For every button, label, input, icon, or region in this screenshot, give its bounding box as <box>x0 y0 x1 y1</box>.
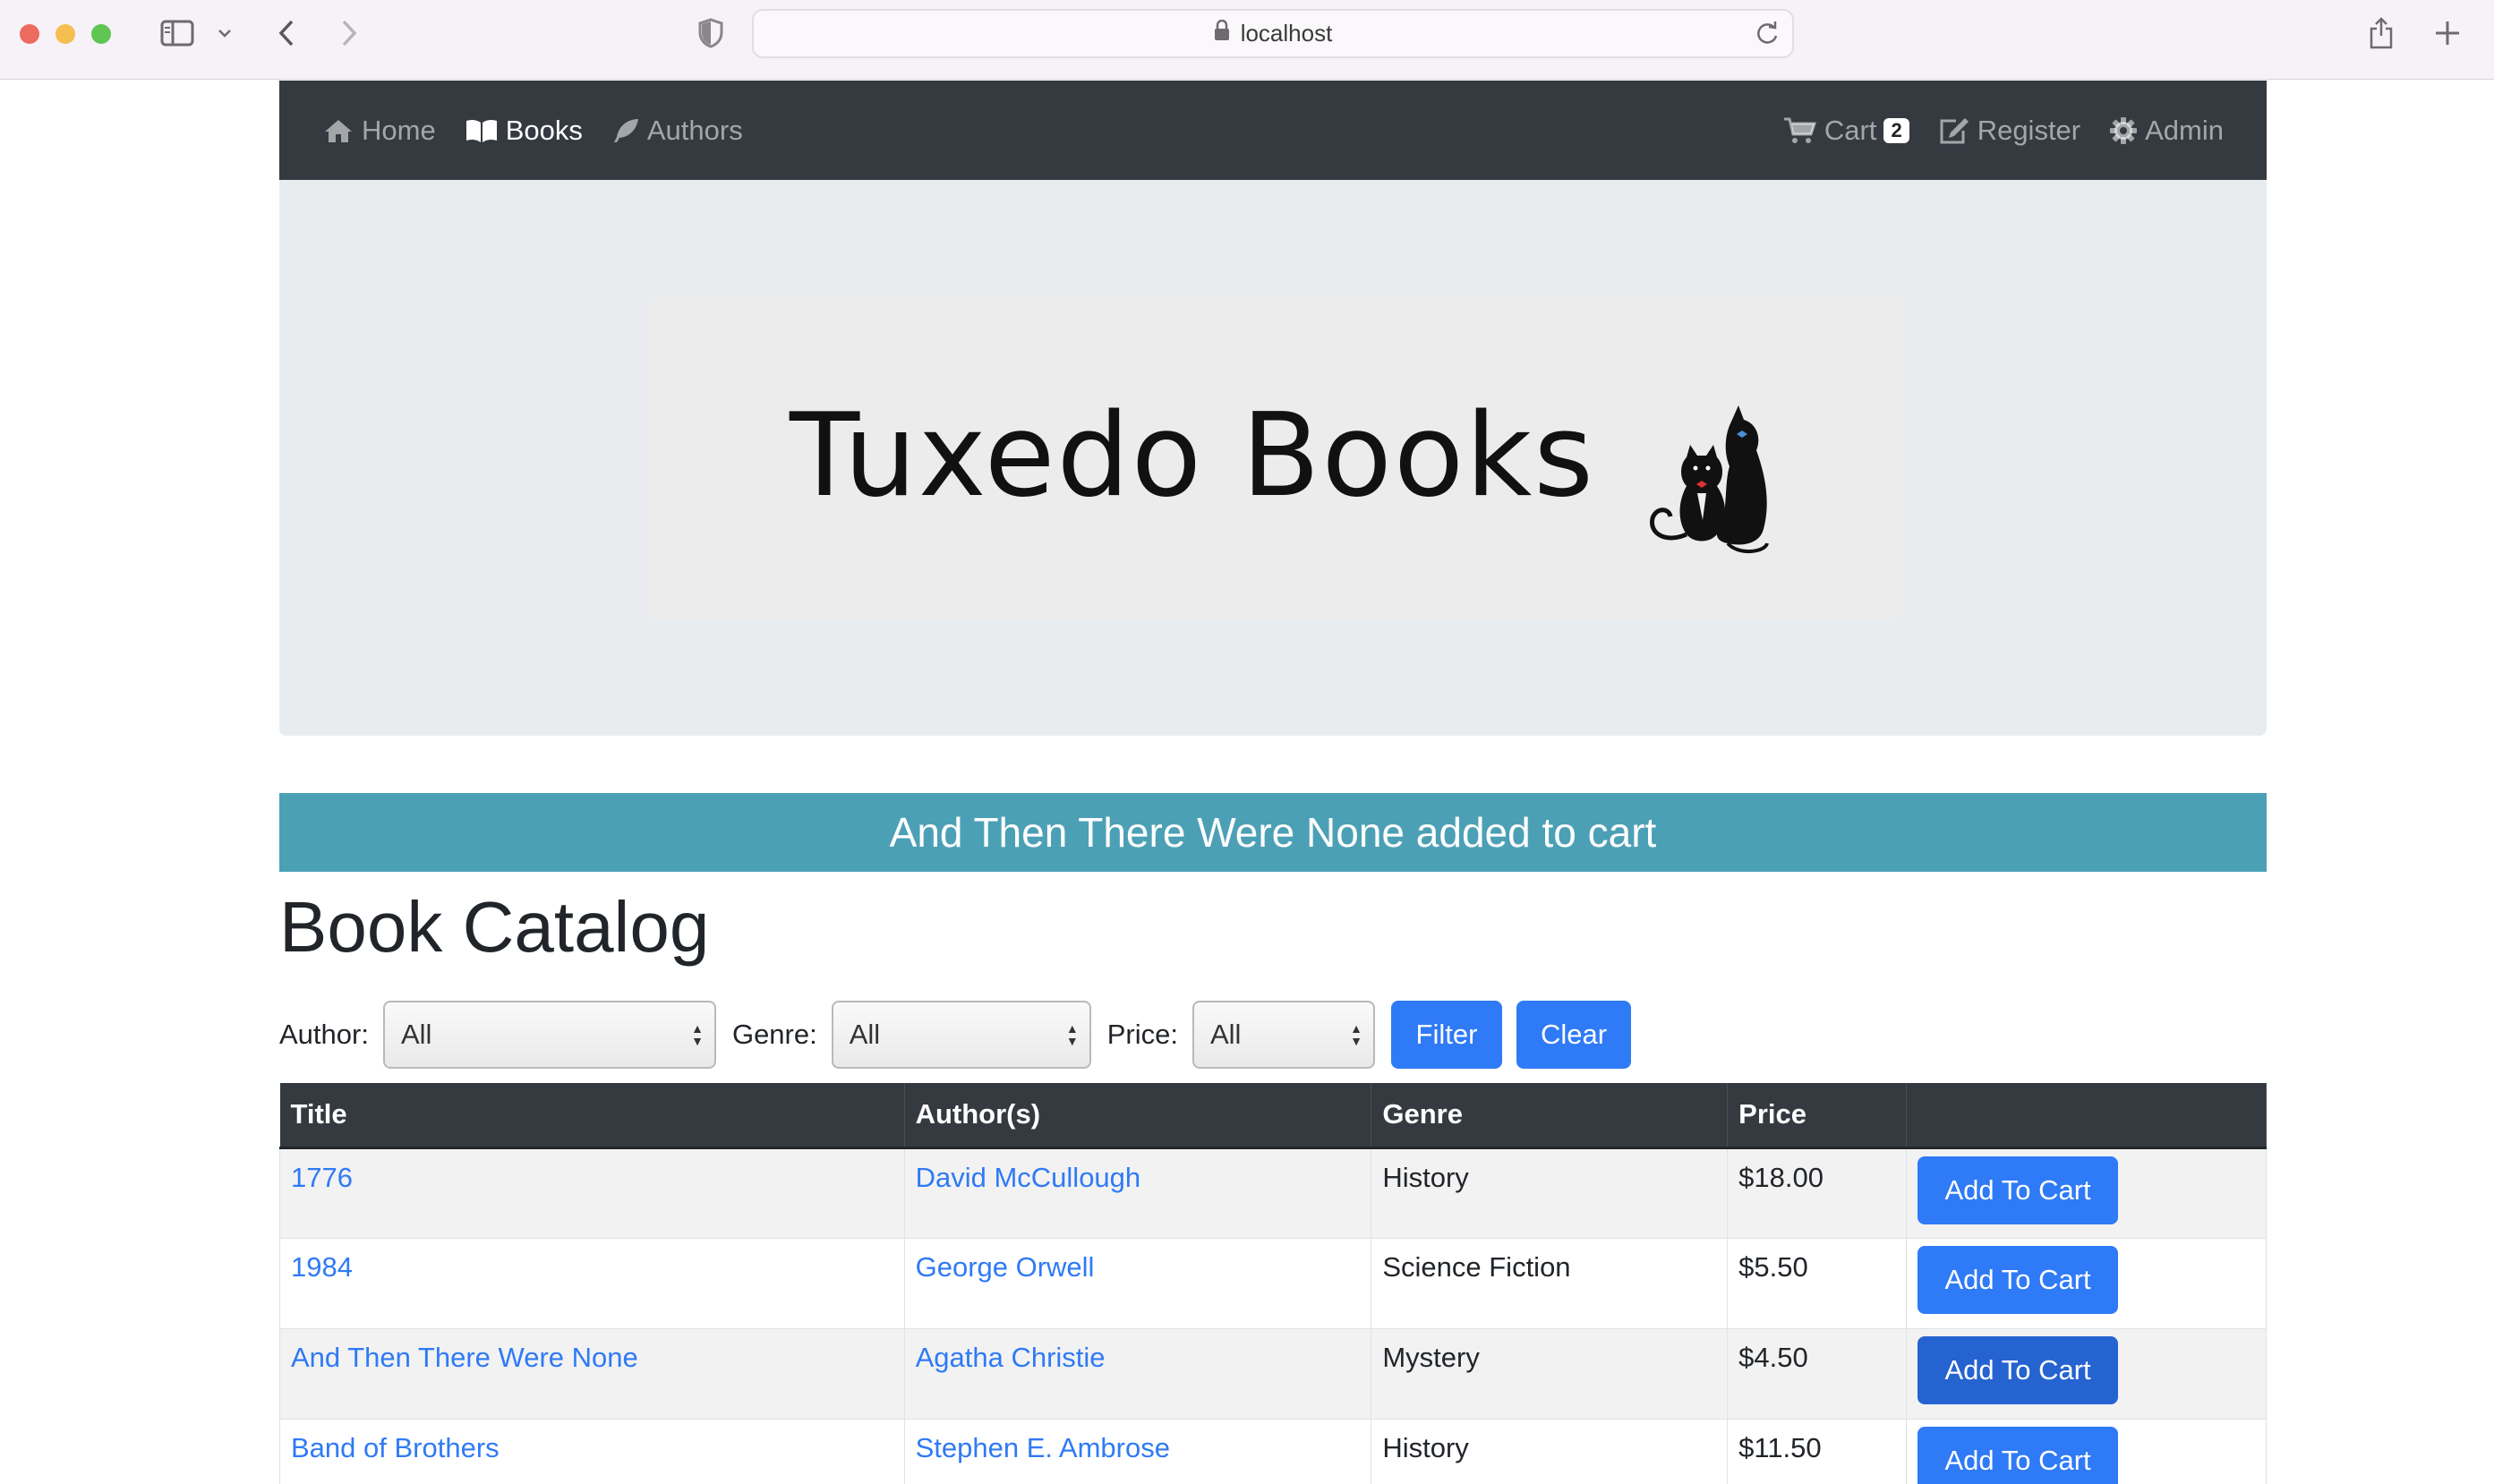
chevron-down-icon[interactable] <box>211 15 238 51</box>
nav-link-books[interactable]: Books <box>465 115 583 147</box>
minimize-window-button[interactable] <box>56 24 75 44</box>
cart-icon <box>1783 117 1816 143</box>
url-text: localhost <box>1240 20 1333 47</box>
column-header-price: Price <box>1727 1083 1908 1149</box>
sidebar-toggle-icon[interactable] <box>158 15 197 51</box>
home-icon <box>325 119 352 142</box>
author-link[interactable]: Stephen E. Ambrose <box>916 1432 1170 1463</box>
genre-filter-label: Genre: <box>731 1019 817 1050</box>
close-window-button[interactable] <box>20 24 39 44</box>
gear-icon <box>2110 116 2138 144</box>
author-link[interactable]: George Orwell <box>916 1251 1095 1283</box>
cart-count-badge: 2 <box>1883 117 1909 143</box>
browser-toolbar: localhost <box>0 0 2494 80</box>
new-tab-icon[interactable] <box>2430 15 2465 51</box>
select-arrows-icon: ▲ ▼ <box>691 1021 704 1048</box>
book-title-link[interactable]: 1776 <box>291 1162 353 1193</box>
nav-authors-label: Authors <box>646 114 743 146</box>
column-header-genre: Genre <box>1371 1083 1729 1149</box>
genre-cell: Science Fiction <box>1371 1237 1729 1329</box>
nav-home-label: Home <box>362 114 436 146</box>
table-row: Band of Brothers Stephen E. Ambrose Hist… <box>279 1418 2267 1484</box>
genre-cell: Mystery <box>1371 1327 1729 1420</box>
nav-books-label: Books <box>505 114 583 146</box>
filter-form: Author: All ▲ ▼ Genre: All ▲ ▼ Price: All … <box>279 1001 1631 1069</box>
nav-cart-label: Cart <box>1824 114 1877 146</box>
nav-register-label: Register <box>1977 114 2081 146</box>
book-title-link[interactable]: 1984 <box>291 1251 353 1283</box>
share-icon[interactable] <box>2363 15 2399 51</box>
logo-text: Tuxedo Books <box>790 389 1595 523</box>
author-select[interactable]: All ▲ ▼ <box>382 1001 716 1069</box>
address-bar[interactable]: localhost <box>752 9 1794 58</box>
back-icon[interactable] <box>269 15 304 51</box>
select-arrows-icon: ▲ ▼ <box>1350 1021 1362 1048</box>
brand-logo: Tuxedo Books <box>646 296 1900 620</box>
app-container: Home Books Authors Cart 2 Register Admin… <box>279 81 2267 736</box>
select-arrows-icon: ▲ ▼ <box>1065 1021 1079 1048</box>
reload-icon[interactable] <box>1755 20 1780 53</box>
add-to-cart-button[interactable]: Add To Cart <box>1917 1156 2119 1224</box>
add-to-cart-button[interactable]: Add To Cart <box>1917 1245 2119 1314</box>
author-link[interactable]: Agatha Christie <box>916 1342 1106 1373</box>
price-cell: $18.00 <box>1727 1147 1908 1239</box>
column-header-authors: Author(s) <box>904 1083 1372 1149</box>
nav-link-authors[interactable]: Authors <box>611 115 743 147</box>
page-title: Book Catalog <box>279 887 710 967</box>
add-to-cart-button[interactable]: Add To Cart <box>1917 1335 2119 1404</box>
nav-link-home[interactable]: Home <box>322 115 436 147</box>
clear-button[interactable]: Clear <box>1516 1001 1631 1069</box>
table-row: And Then There Were None Agatha Christie… <box>279 1327 2267 1420</box>
price-select-value: All <box>1209 1019 1242 1050</box>
book-catalog-table: Title Author(s) Genre Price 1776 David M… <box>279 1083 2267 1484</box>
edit-icon <box>1940 117 1969 143</box>
feather-icon <box>613 118 638 142</box>
nav-right: Cart 2 Register Admin <box>1755 115 2224 147</box>
column-header-title: Title <box>279 1083 905 1149</box>
column-header-actions <box>1906 1083 2267 1149</box>
price-select[interactable]: All ▲ ▼ <box>1191 1001 1375 1069</box>
genre-cell: History <box>1371 1147 1729 1239</box>
add-to-cart-button[interactable]: Add To Cart <box>1917 1426 2119 1484</box>
price-cell: $11.50 <box>1727 1418 1908 1484</box>
book-title-link[interactable]: And Then There Were None <box>291 1342 638 1373</box>
book-title-link[interactable]: Band of Brothers <box>291 1432 500 1463</box>
price-cell: $5.50 <box>1727 1237 1908 1329</box>
nav-link-admin[interactable]: Admin <box>2109 115 2224 147</box>
top-navbar: Home Books Authors Cart 2 Register Admin <box>279 81 2267 180</box>
author-filter-label: Author: <box>279 1019 369 1050</box>
nav-link-register[interactable]: Register <box>1938 115 2080 147</box>
price-filter-label: Price: <box>1106 1019 1178 1050</box>
tuxedo-cats-icon <box>1650 405 1769 553</box>
table-row: 1776 David McCullough History $18.00 Add… <box>279 1147 2267 1239</box>
genre-select-value: All <box>849 1019 881 1050</box>
privacy-shield-icon[interactable] <box>695 15 727 51</box>
header-banner: Tuxedo Books <box>279 180 2267 736</box>
price-cell: $4.50 <box>1727 1327 1908 1420</box>
nav-left: Home Books Authors <box>322 115 772 147</box>
table-header-row: Title Author(s) Genre Price <box>279 1083 2267 1149</box>
maximize-window-button[interactable] <box>91 24 111 44</box>
genre-select[interactable]: All ▲ ▼ <box>831 1001 1091 1069</box>
author-select-value: All <box>400 1019 432 1050</box>
genre-cell: History <box>1371 1418 1729 1484</box>
lock-icon <box>1214 19 1230 47</box>
filter-button[interactable]: Filter <box>1390 1001 1502 1069</box>
cart-added-alert: And Then There Were None added to cart <box>279 793 2267 872</box>
table-row: 1984 George Orwell Science Fiction $5.50… <box>279 1237 2267 1329</box>
nav-admin-label: Admin <box>2145 114 2224 146</box>
author-link[interactable]: David McCullough <box>916 1162 1141 1193</box>
alert-message: And Then There Were None added to cart <box>889 809 1657 856</box>
book-icon <box>465 119 497 142</box>
forward-icon[interactable] <box>331 15 367 51</box>
nav-link-cart[interactable]: Cart 2 <box>1783 115 1909 147</box>
